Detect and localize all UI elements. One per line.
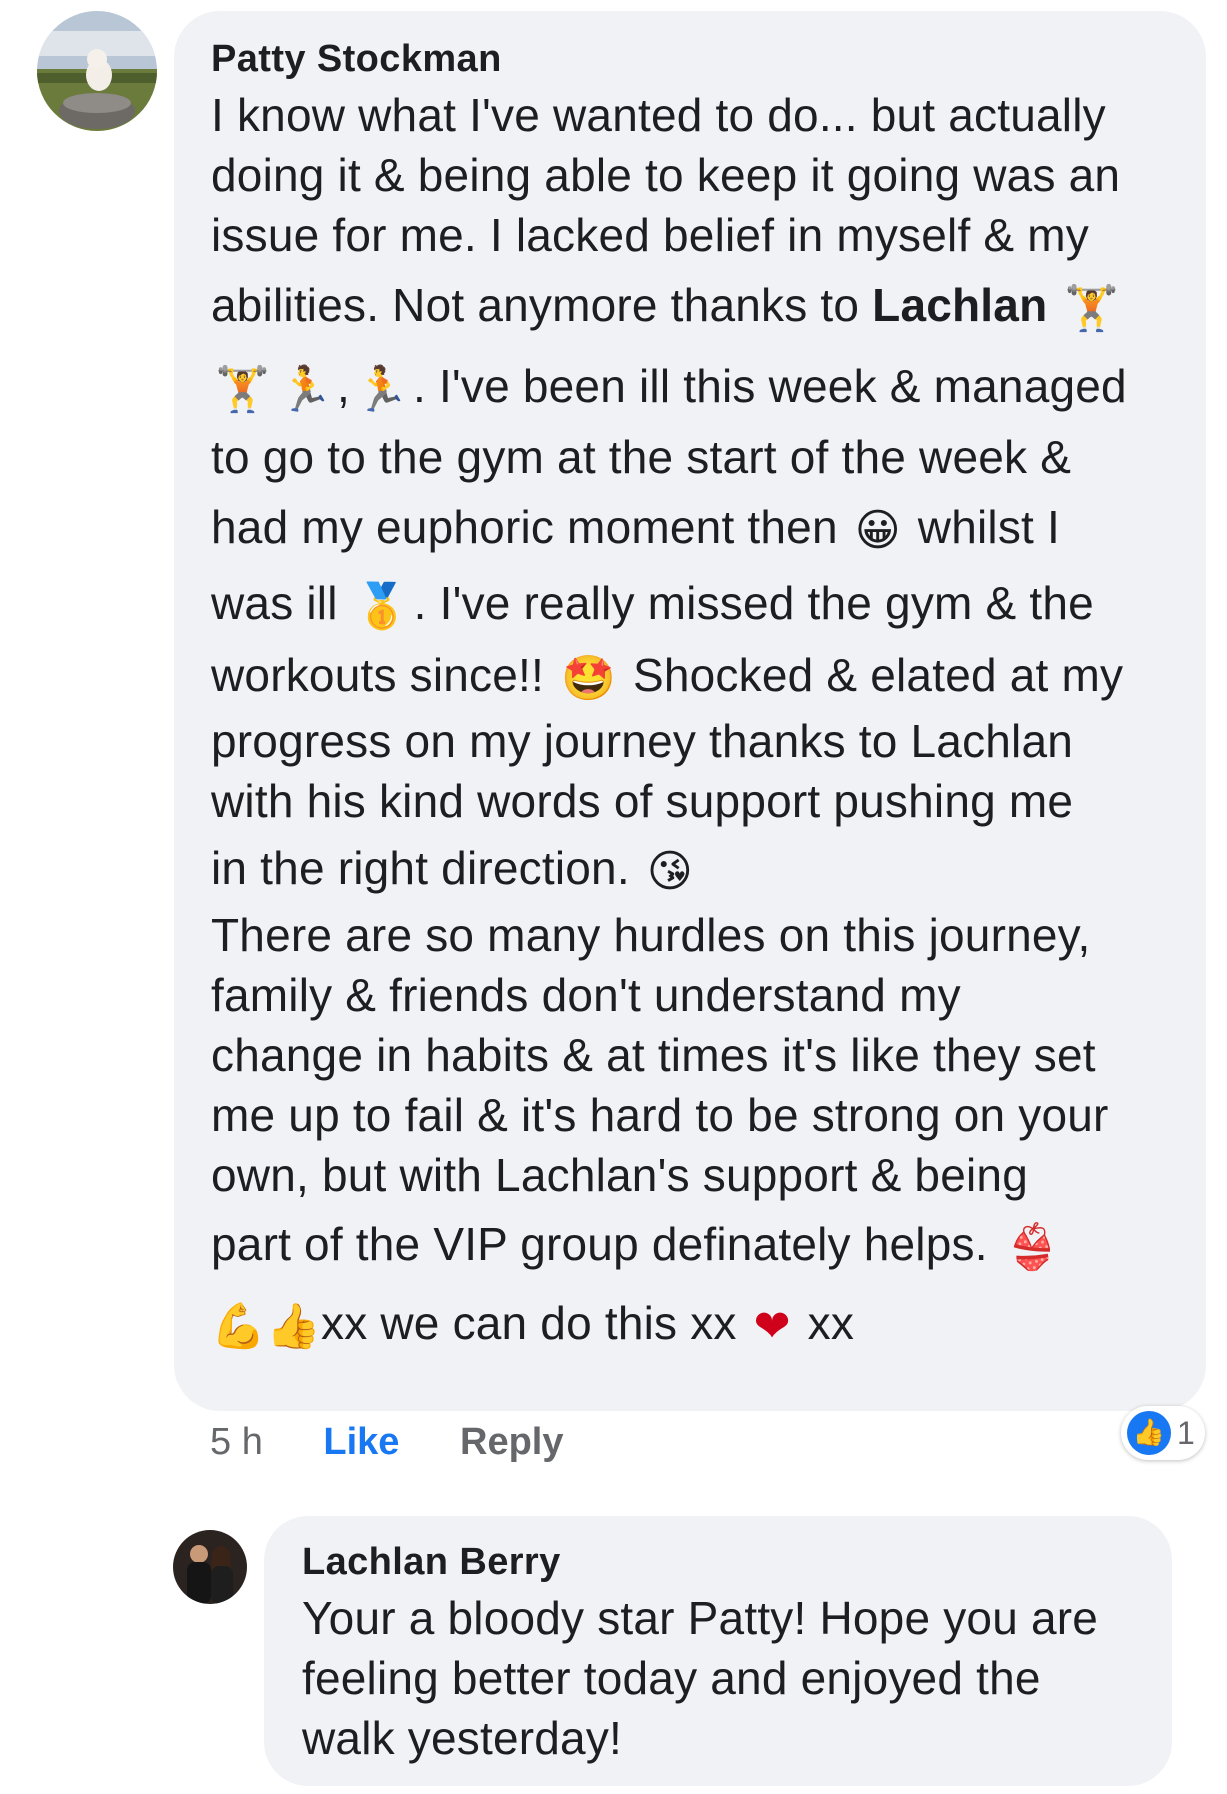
runner-emoji-icon: 🏃 <box>353 363 409 415</box>
flexed-biceps-emoji-icon: 💪 <box>211 1300 266 1352</box>
comment-line: issue for me. I lacked belief in myself … <box>211 209 1089 261</box>
comma-text: , <box>337 360 350 412</box>
gold-medal-emoji-icon: 🥇 <box>354 580 410 632</box>
comment-author[interactable]: Patty Stockman <box>211 37 1176 81</box>
comment-line: workouts since!! 🤩 Shocked & elated at m… <box>211 639 1176 711</box>
avatar-lachlan[interactable] <box>173 1530 247 1604</box>
comment-bubble: Patty Stockman I know what I've wanted t… <box>174 11 1206 1411</box>
star-struck-emoji-icon: 🤩 <box>560 652 616 704</box>
comment-line: me up to fail & it's hard to be strong o… <box>211 1089 1109 1141</box>
comment-line: in the right direction. 😘 <box>211 831 1176 905</box>
reply-line: Your a bloody star Patty! Hope you are <box>302 1592 1099 1644</box>
comment-line: 🏋 🏃,🏃. I've been ill this week & managed <box>211 345 1176 427</box>
comment-timestamp[interactable]: 5 h <box>210 1418 263 1466</box>
reply-line: walk yesterday! <box>302 1712 623 1764</box>
comment-line: to go to the gym at the start of the wee… <box>211 431 1072 483</box>
comment-line: There are so many hurdles on this journe… <box>211 909 1091 961</box>
comment-line: was ill 🥇. I've really missed the gym & … <box>211 567 1176 639</box>
reaction-count-badge[interactable]: 👍 1 <box>1121 1406 1205 1460</box>
comment-line: family & friends don't understand my <box>211 969 961 1021</box>
reply-bubble: Lachlan Berry Your a bloody star Patty! … <box>264 1516 1172 1786</box>
comment-line: 💪👍xx we can do this xx ❤ xx <box>211 1283 1176 1363</box>
red-heart-emoji-icon: ❤ <box>753 1300 791 1352</box>
comment-line: with his kind words of support pushing m… <box>211 775 1074 827</box>
comment-text: had my euphoric moment then <box>211 501 838 553</box>
comment-line: doing it & being able to keep it going w… <box>211 149 1121 201</box>
comment-text: abilities. Not anymore thanks to <box>211 279 873 331</box>
avatar-dog-photo <box>37 11 157 131</box>
comment-text: part of the VIP group definately helps. <box>211 1218 988 1270</box>
reply-button[interactable]: Reply <box>460 1418 563 1466</box>
comment-line: part of the VIP group definately helps. … <box>211 1205 1176 1283</box>
weightlifter-emoji-icon: 🏋 <box>215 363 270 415</box>
comment-actions: 5 h Like Reply <box>210 1418 563 1466</box>
comment-text: in the right direction. <box>211 842 630 894</box>
comment-text: workouts since!! <box>211 649 544 701</box>
reply-line: feeling better today and enjoyed the <box>302 1652 1041 1704</box>
like-button[interactable]: Like <box>323 1418 399 1466</box>
comment-line: had my euphoric moment then 😀 whilst I <box>211 487 1176 567</box>
comment-line: I know what I've wanted to do... but act… <box>211 89 1106 141</box>
comment-text: . I've really missed the gym & the <box>413 577 1094 629</box>
comment-line: own, but with Lachlan's support & being <box>211 1149 1028 1201</box>
comment-line: abilities. Not anymore thanks to Lachlan… <box>211 265 1176 345</box>
reaction-count: 1 <box>1177 1414 1195 1451</box>
thumbs-up-emoji-icon: 👍 <box>266 1300 321 1352</box>
comment-text: xx <box>807 1297 855 1349</box>
runner-emoji-icon: 🏃 <box>278 363 333 415</box>
comment-text: was ill <box>211 577 338 629</box>
reply-author[interactable]: Lachlan Berry <box>302 1540 1142 1584</box>
comment-text: . I've been ill this week & managed <box>412 360 1127 412</box>
avatar-couple-photo <box>173 1530 247 1604</box>
mention-lachlan[interactable]: Lachlan <box>872 279 1047 331</box>
comment-text: Shocked & elated at my <box>632 649 1124 701</box>
comment-line: progress on my journey thanks to Lachlan <box>211 715 1074 767</box>
bikini-emoji-icon: 👙 <box>1004 1221 1060 1273</box>
comment-text: whilst I <box>917 501 1060 553</box>
reply-body: Your a bloody star Patty! Hope you are f… <box>302 1588 1142 1768</box>
comment-text: xx we can do this xx <box>321 1297 737 1349</box>
thumbs-up-icon: 👍 <box>1127 1411 1171 1455</box>
face-blowing-kiss-emoji-icon: 😘 <box>646 845 693 897</box>
comment-line: change in habits & at times it's like th… <box>211 1029 1096 1081</box>
grinning-face-emoji-icon: 😀 <box>854 504 901 556</box>
weightlifter-emoji-icon: 🏋 <box>1064 282 1120 334</box>
avatar-patty[interactable] <box>37 11 157 131</box>
comment-body: I know what I've wanted to do... but act… <box>211 85 1176 1363</box>
